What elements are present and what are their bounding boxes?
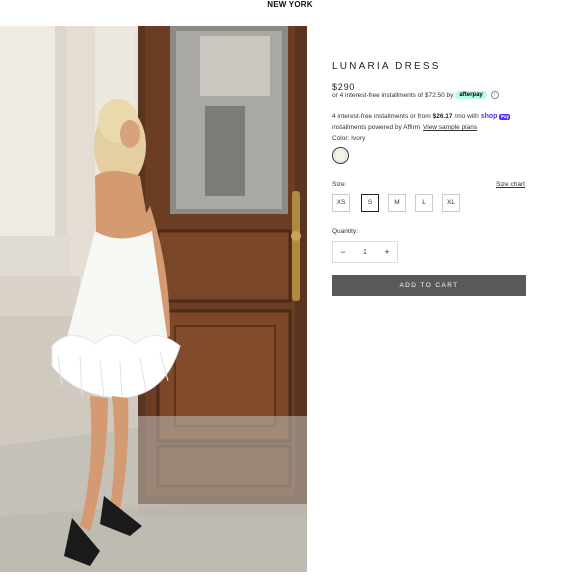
- add-to-cart-button[interactable]: ADD TO CART: [332, 275, 526, 296]
- size-option-s[interactable]: S: [361, 194, 379, 212]
- afterpay-logo[interactable]: afterpay: [455, 91, 487, 99]
- shop-pay-badge: Pay: [499, 113, 511, 120]
- affirm-text: installments powered by Affirm: [332, 124, 421, 131]
- shop-pay-text-prefix: 4 interest-free installments or from: [332, 113, 431, 120]
- shop-pay-logo: shop: [480, 113, 498, 120]
- product-title: LUNARIA DRESS: [332, 61, 441, 72]
- swatch-fill: [334, 149, 347, 162]
- quantity-stepper: − 1 +: [332, 241, 398, 263]
- info-icon[interactable]: i: [490, 91, 499, 99]
- shop-pay-installments: 4 interest-free installments or from $26…: [332, 113, 511, 120]
- size-option-l[interactable]: L: [415, 194, 433, 212]
- quantity-increase-button[interactable]: +: [377, 242, 397, 262]
- quantity-label: Quantity:: [332, 228, 359, 235]
- product-image[interactable]: [0, 26, 307, 572]
- size-option-xs[interactable]: XS: [332, 194, 350, 212]
- color-swatch-ivory[interactable]: [332, 147, 349, 164]
- afterpay-text: or 4 interest-free installments of $72.5…: [332, 91, 454, 99]
- size-option-m[interactable]: M: [388, 194, 406, 212]
- size-option-xl[interactable]: XL: [442, 194, 460, 212]
- brand-name[interactable]: NEW YORK: [0, 0, 580, 10]
- color-label: Color: Ivory: [332, 135, 366, 142]
- quantity-decrease-button[interactable]: −: [333, 242, 353, 262]
- shop-pay-text-mid: /mo with: [454, 113, 479, 120]
- size-chart-link[interactable]: Size chart: [496, 181, 525, 188]
- affirm-line: installments powered by Affirm View sampl…: [332, 124, 477, 131]
- afterpay-installments: or 4 interest-free installments of $72.5…: [332, 91, 499, 99]
- shop-pay-amount: $26.17: [432, 113, 453, 120]
- view-sample-plans-link[interactable]: View sample plans: [423, 124, 477, 131]
- size-label: Size:: [332, 181, 347, 188]
- quantity-value[interactable]: 1: [363, 249, 367, 256]
